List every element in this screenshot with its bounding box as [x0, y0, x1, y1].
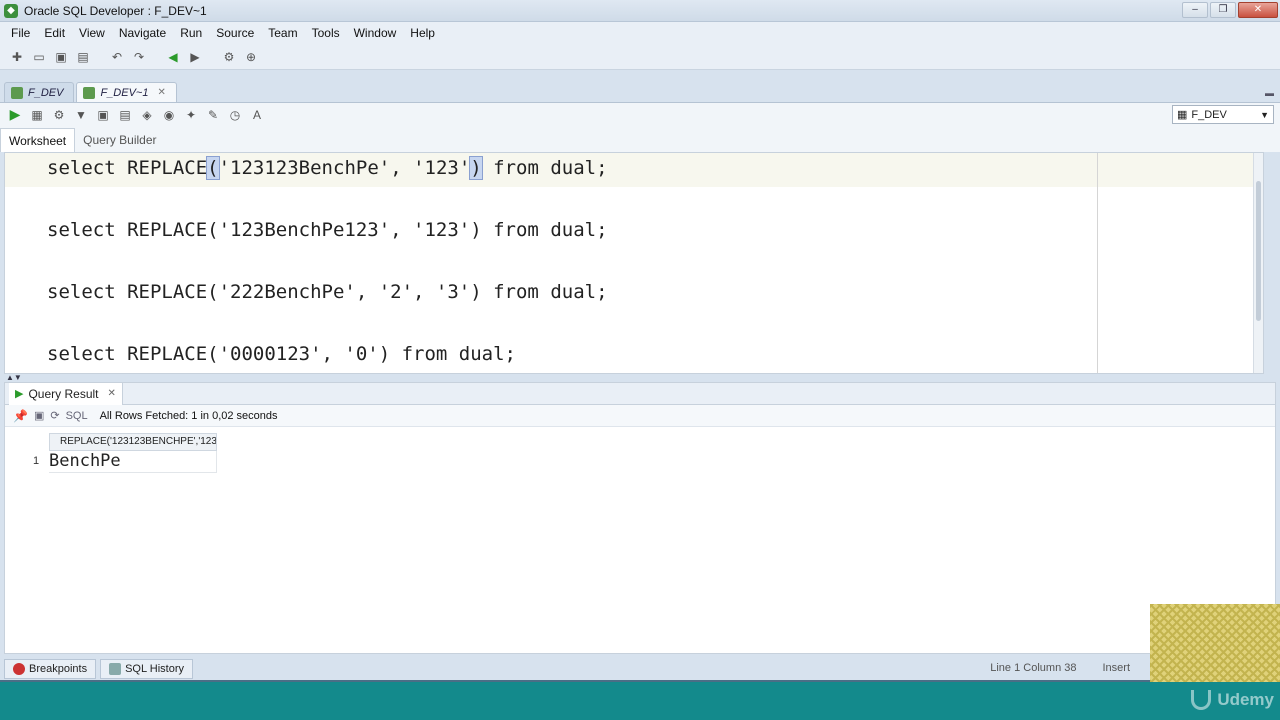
- doc-tab-f-dev[interactable]: F_DEV: [4, 82, 75, 102]
- code-line-1[interactable]: select REPLACE('123123BenchPe', '123') f…: [47, 156, 608, 180]
- document-area: F_DEV F_DEV~1 ✕ ▬ ▶ ▦ ⚙ ▼ ▣ ▤ ◈ ◉ ✦ ✎ ◷ …: [0, 70, 1280, 680]
- close-tab-icon[interactable]: ✕: [157, 87, 165, 98]
- explain-plan-icon[interactable]: ▼: [72, 106, 90, 124]
- code-line-2[interactable]: select REPLACE('123BenchPe123', '123') f…: [47, 219, 608, 241]
- print-icon[interactable]: ▣: [34, 409, 44, 422]
- tab-worksheet[interactable]: Worksheet: [0, 128, 76, 152]
- window-controls: – ❐ ✕: [1182, 2, 1278, 18]
- doc-tab-label: F_DEV~1: [100, 86, 149, 99]
- worksheet-subtabs: Worksheet Query Builder: [0, 126, 1280, 152]
- database-icon: [11, 86, 23, 99]
- tab-breakpoints[interactable]: Breakpoints: [4, 659, 97, 679]
- menu-run[interactable]: Run: [173, 26, 209, 40]
- commit-icon[interactable]: ▣: [94, 106, 112, 124]
- database-icon: [83, 86, 96, 99]
- pattern-overlay: [1150, 604, 1280, 682]
- title-bar: ◆ Oracle SQL Developer : F_DEV~1 – ❐ ✕: [0, 0, 1280, 22]
- row-number: 1: [33, 455, 40, 467]
- status-bar: Line 1 Column 38 Insert: [990, 662, 1130, 674]
- close-button[interactable]: ✕: [1238, 2, 1278, 18]
- connections-icon[interactable]: ⊕: [242, 48, 260, 66]
- result-play-icon: ▶: [15, 388, 24, 400]
- code-line-3[interactable]: select REPLACE('222BenchPe', '2', '3') f…: [47, 281, 608, 303]
- clear-icon[interactable]: ✎: [204, 106, 222, 124]
- bottom-dock: Breakpoints SQL History Line 1 Column 38…: [0, 654, 1280, 680]
- results-header: ▶ Query Result ✕: [5, 382, 1275, 405]
- code-line-4[interactable]: select REPLACE('0000123', '0') from dual…: [47, 343, 516, 365]
- menu-window[interactable]: Window: [347, 26, 404, 40]
- connection-value: F_DEV: [1191, 108, 1227, 121]
- menu-bar: File Edit View Navigate Run Source Team …: [0, 22, 1280, 44]
- column-header[interactable]: REPLACE('123123BENCHPE','123'): [49, 433, 217, 451]
- breakpoints-label: Breakpoints: [29, 663, 88, 675]
- dock-tabs: Breakpoints SQL History: [4, 658, 197, 680]
- menu-help[interactable]: Help: [403, 26, 442, 40]
- chevron-down-icon: ▼: [1260, 109, 1269, 120]
- run-debug-icon[interactable]: ⚙: [220, 48, 238, 66]
- pin-icon[interactable]: 📌: [13, 409, 28, 423]
- fetch-status: All Rows Fetched: 1 in 0,02 seconds: [99, 409, 278, 422]
- editor-scrollbar[interactable]: [1253, 153, 1263, 373]
- menu-navigate[interactable]: Navigate: [112, 26, 173, 40]
- back-icon[interactable]: ◀: [164, 48, 182, 66]
- worksheet-toolbar: ▶ ▦ ⚙ ▼ ▣ ▤ ◈ ◉ ✦ ✎ ◷ A ▦ F_DEV ▼: [0, 102, 1280, 126]
- minimize-button[interactable]: –: [1182, 2, 1208, 18]
- query-result-label: Query Result: [28, 386, 99, 401]
- udemy-logo-icon: [1191, 690, 1212, 710]
- sql-history-label: SQL History: [125, 663, 184, 675]
- save-all-icon[interactable]: ▤: [74, 48, 92, 66]
- doc-tab-f-dev-1[interactable]: F_DEV~1 ✕: [76, 82, 177, 102]
- autotrace-icon[interactable]: ⚙: [50, 106, 68, 124]
- maximize-button[interactable]: ❐: [1210, 2, 1236, 18]
- results-panel: ▶ Query Result ✕ 📌 ▣ ⟳ SQL All Rows Fetc…: [4, 382, 1276, 654]
- sql-button[interactable]: SQL: [66, 410, 88, 422]
- splitter-arrows-icon[interactable]: ▲▼: [6, 373, 22, 382]
- menu-source[interactable]: Source: [209, 26, 261, 40]
- forward-icon[interactable]: ▶: [186, 48, 204, 66]
- results-toolbar: 📌 ▣ ⟳ SQL All Rows Fetched: 1 in 0,02 se…: [5, 405, 1275, 427]
- edit-mode: Insert: [1102, 662, 1130, 674]
- format-icon[interactable]: A: [248, 106, 266, 124]
- new-icon[interactable]: ✚: [8, 48, 26, 66]
- tab-sql-history[interactable]: SQL History: [100, 659, 193, 679]
- open-folder-icon[interactable]: ▭: [30, 48, 48, 66]
- connection-select[interactable]: ▦ F_DEV ▼: [1172, 105, 1274, 124]
- menu-edit[interactable]: Edit: [37, 26, 72, 40]
- tab-query-builder[interactable]: Query Builder: [75, 128, 164, 152]
- cancel-icon[interactable]: ◉: [160, 106, 178, 124]
- refresh-icon[interactable]: ⟳: [50, 409, 59, 422]
- close-result-icon[interactable]: ✕: [108, 388, 116, 399]
- main-toolbar: ✚ ▭ ▣ ▤ ↶ ↷ ◀ ▶ ⚙ ⊕: [0, 44, 1280, 70]
- save-icon[interactable]: ▣: [52, 48, 70, 66]
- redo-icon[interactable]: ↷: [130, 48, 148, 66]
- menu-tools[interactable]: Tools: [305, 26, 347, 40]
- doc-tab-label: F_DEV: [28, 86, 64, 99]
- history-icon: [109, 663, 122, 675]
- history-icon[interactable]: ◷: [226, 106, 244, 124]
- panel-splitter[interactable]: ▲▼: [0, 373, 1280, 382]
- table-cell[interactable]: BenchPe: [49, 451, 217, 473]
- udemy-watermark: Udemy: [1191, 690, 1274, 710]
- undo-icon[interactable]: ↶: [108, 48, 126, 66]
- connection-icon: ▦: [1177, 109, 1188, 121]
- minimize-panel-icon[interactable]: ▬: [1265, 88, 1274, 98]
- run-statement-icon[interactable]: ▶: [6, 106, 24, 124]
- scrollbar-thumb[interactable]: [1256, 181, 1261, 321]
- footer-bar: [0, 682, 1280, 720]
- sql-editor[interactable]: select REPLACE('123123BenchPe', '123') f…: [4, 152, 1264, 374]
- window-title: Oracle SQL Developer : F_DEV~1: [24, 3, 207, 18]
- menu-view[interactable]: View: [72, 26, 112, 40]
- document-tabs: F_DEV F_DEV~1 ✕: [0, 82, 179, 102]
- sql-tuning-icon[interactable]: ✦: [182, 106, 200, 124]
- rollback-icon[interactable]: ▤: [116, 106, 134, 124]
- unshared-sql-icon[interactable]: ◈: [138, 106, 156, 124]
- tab-query-result[interactable]: ▶ Query Result ✕: [9, 382, 123, 405]
- app-icon: ◆: [4, 3, 18, 18]
- cursor-position: Line 1 Column 38: [990, 662, 1077, 674]
- menu-file[interactable]: File: [4, 26, 37, 40]
- run-script-icon[interactable]: ▦: [28, 106, 46, 124]
- breakpoint-icon: [13, 663, 25, 675]
- menu-team[interactable]: Team: [261, 26, 304, 40]
